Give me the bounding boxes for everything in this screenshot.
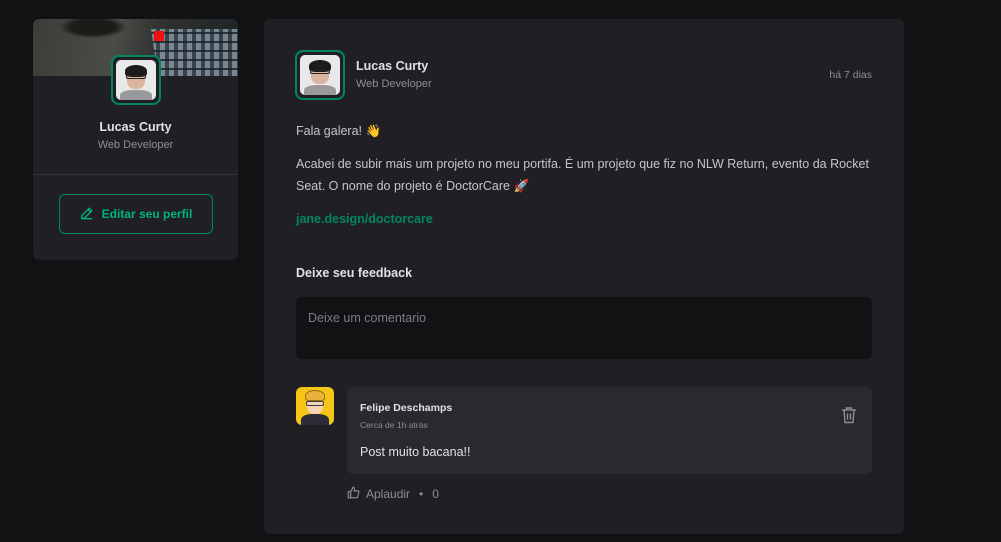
pencil-icon xyxy=(80,206,94,223)
profile-divider xyxy=(33,174,238,175)
post-paragraph: Fala galera! 👋 xyxy=(296,124,382,138)
thumbs-up-icon xyxy=(347,486,360,502)
applaud-separator: • xyxy=(419,487,424,501)
post-author-name: Lucas Curty xyxy=(356,59,429,73)
comment-text: Post muito bacana!! xyxy=(360,445,471,459)
post-published-time: há 7 dias xyxy=(829,69,872,81)
profile-name: Lucas Curty xyxy=(99,120,172,134)
profile-role: Web Developer xyxy=(97,139,174,151)
applaud-button[interactable]: Aplaudir • 0 xyxy=(347,486,439,502)
profile-sidebar: Lucas Curty Web Developer Editar seu per… xyxy=(33,19,238,260)
edit-profile-button[interactable]: Editar seu perfil xyxy=(59,194,213,234)
comment-author-name: Felipe Deschamps xyxy=(360,402,453,414)
post-link[interactable]: jane.design/doctorcare xyxy=(296,208,433,230)
feedback-title: Deixe seu feedback xyxy=(296,266,413,280)
post-card: Lucas Curty Web Developer há 7 dias Fala… xyxy=(264,19,904,534)
comment-input[interactable] xyxy=(296,297,872,359)
post-author-role: Web Developer xyxy=(356,78,432,90)
comment-time: Cerca de 1h atrás xyxy=(360,420,428,430)
trash-icon xyxy=(841,407,857,427)
comment-author-avatar[interactable] xyxy=(296,387,334,425)
comment-card: Felipe Deschamps Cerca de 1h atrás Post … xyxy=(347,387,872,474)
edit-profile-label: Editar seu perfil xyxy=(101,207,193,221)
applaud-count: 0 xyxy=(432,487,439,501)
applaud-label: Aplaudir xyxy=(366,487,411,501)
profile-avatar[interactable] xyxy=(111,55,161,105)
delete-comment-button[interactable] xyxy=(840,406,858,426)
post-content: Fala galera! 👋 Acabei de subir mais um p… xyxy=(296,120,876,241)
post-author-avatar[interactable] xyxy=(295,50,345,100)
post-paragraph: Acabei de subir mais um projeto no meu p… xyxy=(296,157,869,193)
